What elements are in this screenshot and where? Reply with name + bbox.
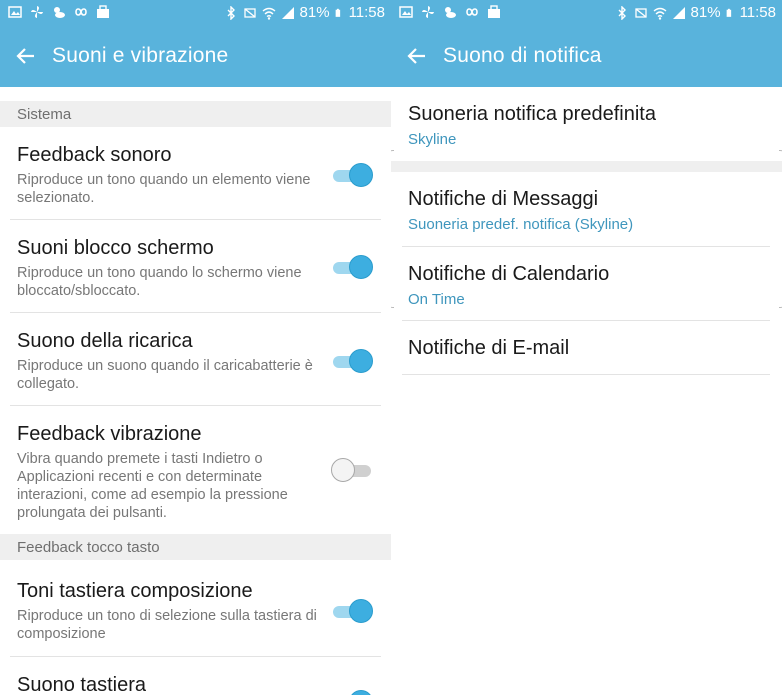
wifi-icon xyxy=(262,7,275,20)
notif-email[interactable]: Notifiche di E-mail xyxy=(402,321,770,375)
gallery-notification-icon xyxy=(8,6,22,18)
page-title: Suono di notifica xyxy=(443,44,602,67)
setting-title: Suono tastiera xyxy=(17,674,146,695)
setting-description: Riproduce un tono di selezione sulla tas… xyxy=(17,608,317,642)
item-title: Suoneria notifica predefinita xyxy=(408,103,656,125)
notification-sound-screen: 81% 11:58 Suono di notifica Suoneria not… xyxy=(391,0,782,695)
signal-icon xyxy=(672,6,685,19)
clock: 11:58 xyxy=(348,4,385,21)
setting-suono-tastiera[interactable]: Suono tastiera xyxy=(10,657,381,695)
back-arrow-icon[interactable] xyxy=(14,44,38,68)
wifi-icon xyxy=(653,7,666,20)
setting-feedback-sonoro[interactable]: Feedback sonoro Riproduce un tono quando… xyxy=(10,127,381,220)
section-header-sistema: Sistema xyxy=(0,101,391,127)
setting-title: Feedback vibrazione xyxy=(17,423,202,445)
suono-tastiera-toggle[interactable] xyxy=(331,688,373,695)
setting-title: Toni tastiera composizione xyxy=(17,580,253,602)
pinwheel-notification-icon xyxy=(422,6,434,18)
feedback-vibrazione-toggle[interactable] xyxy=(331,456,373,484)
setting-feedback-vibrazione[interactable]: Feedback vibrazione Vibra quando premete… xyxy=(10,406,381,534)
bluetooth-icon xyxy=(618,5,626,20)
left-edge-bracket xyxy=(391,150,394,308)
mute-icon xyxy=(243,7,256,18)
item-title: Notifiche di Calendario xyxy=(408,263,610,285)
battery-percent: 81% xyxy=(690,4,721,21)
mute-icon xyxy=(634,7,647,18)
item-subtitle: Skyline xyxy=(408,131,457,148)
toni-tastiera-toggle[interactable] xyxy=(331,597,373,625)
app-bar: Suoni e vibrazione xyxy=(0,27,391,87)
setting-description: Riproduce un tono quando lo schermo vien… xyxy=(17,265,302,299)
setting-title: Suoni blocco schermo xyxy=(17,237,214,259)
item-subtitle: On Time xyxy=(408,291,465,308)
setting-toni-tastiera-composizione[interactable]: Toni tastiera composizione Riproduce un … xyxy=(10,560,381,657)
infinity-notification-icon xyxy=(75,8,87,16)
briefcase-notification-icon xyxy=(97,5,109,18)
setting-description: Riproduce un suono quando il caricabatte… xyxy=(17,358,313,392)
signal-icon xyxy=(281,6,294,19)
weather-notification-icon xyxy=(445,7,456,18)
setting-description: Vibra quando premete i tasti Indietro o … xyxy=(17,451,288,521)
section-divider xyxy=(391,161,782,172)
status-bar: 81% 11:58 xyxy=(391,0,782,27)
feedback-sonoro-toggle[interactable] xyxy=(331,161,373,189)
suono-ricarica-toggle[interactable] xyxy=(331,347,373,375)
back-arrow-icon[interactable] xyxy=(405,44,429,68)
battery-percent: 81% xyxy=(299,4,330,21)
notif-default-ringtone[interactable]: Suoneria notifica predefinita Skyline xyxy=(402,87,770,161)
item-subtitle: Suoneria predef. notifica (Skyline) xyxy=(408,216,634,233)
infinity-notification-icon xyxy=(466,8,478,16)
briefcase-notification-icon xyxy=(488,5,500,18)
sound-settings-screen: 81% 11:58 Suoni e vibrazione Sistema Fee… xyxy=(0,0,391,695)
notif-calendar[interactable]: Notifiche di Calendario On Time xyxy=(402,247,770,321)
setting-title: Feedback sonoro xyxy=(17,144,172,166)
app-bar: Suono di notifica xyxy=(391,27,782,87)
item-title: Notifiche di E-mail xyxy=(408,337,570,359)
notif-messages[interactable]: Notifiche di Messaggi Suoneria predef. n… xyxy=(402,172,770,247)
battery-icon xyxy=(335,8,340,17)
status-bar: 81% 11:58 xyxy=(0,0,391,27)
gallery-notification-icon xyxy=(399,6,413,18)
pinwheel-notification-icon xyxy=(31,6,43,18)
setting-suoni-blocco-schermo[interactable]: Suoni blocco schermo Riproduce un tono q… xyxy=(10,220,381,313)
setting-suono-ricarica[interactable]: Suono della ricarica Riproduce un suono … xyxy=(10,313,381,406)
clock: 11:58 xyxy=(739,4,776,21)
section-header-feedback-tocco: Feedback tocco tasto xyxy=(0,534,391,560)
item-title: Notifiche di Messaggi xyxy=(408,188,599,210)
setting-title: Suono della ricarica xyxy=(17,330,193,352)
battery-icon xyxy=(726,8,731,17)
suoni-blocco-schermo-toggle[interactable] xyxy=(331,253,373,281)
bluetooth-icon xyxy=(227,5,235,20)
setting-description: Riproduce un tono quando un elemento vie… xyxy=(17,172,311,206)
weather-notification-icon xyxy=(54,7,65,18)
page-title: Suoni e vibrazione xyxy=(52,44,229,67)
